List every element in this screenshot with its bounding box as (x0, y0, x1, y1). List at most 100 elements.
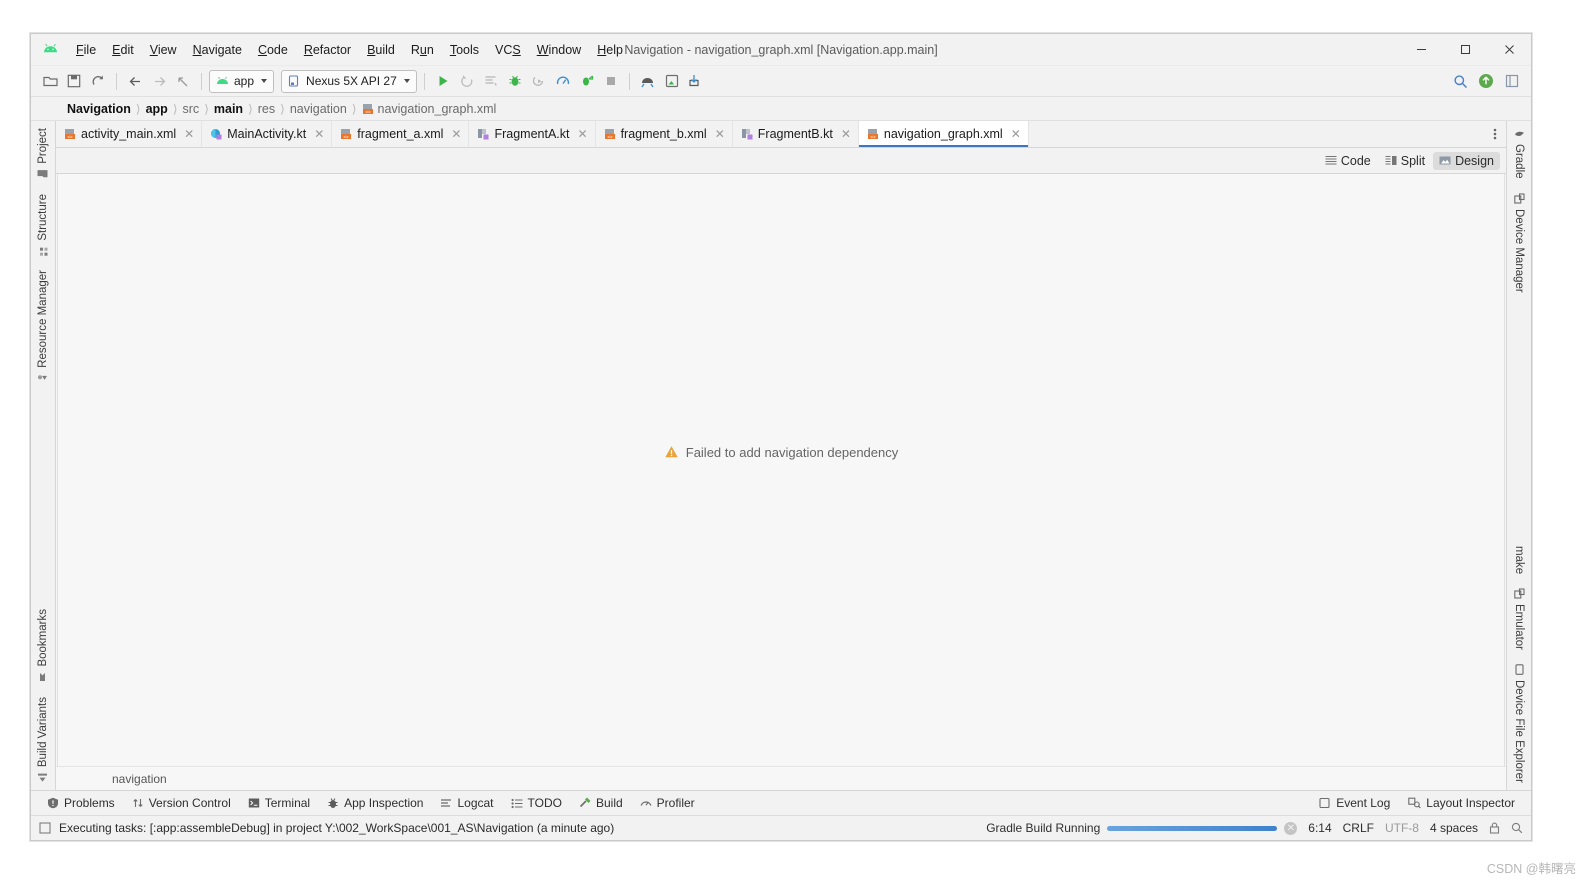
menu-navigate[interactable]: Navigate (186, 40, 249, 60)
editor-tab-options-icon[interactable] (1484, 121, 1506, 147)
sidebar-item-resource-manager[interactable]: Resource Manager (35, 263, 51, 391)
design-canvas-surface[interactable]: Failed to add navigation dependency (58, 174, 1504, 766)
tool-window-layout-inspector[interactable]: Layout Inspector (1400, 793, 1523, 813)
tool-window-profiler[interactable]: Profiler (632, 793, 703, 813)
attach-debugger-icon[interactable] (528, 70, 550, 92)
canvas-status-label: navigation (112, 771, 167, 786)
run-with-coverage-icon[interactable] (480, 70, 502, 92)
tool-window-terminal[interactable]: Terminal (240, 793, 318, 813)
editor-tab-fragment-b-xml[interactable]: <> fragment_b.xml ✕ (595, 121, 733, 147)
menu-run[interactable]: Run (404, 40, 441, 60)
breadcrumb-item-navigation-folder[interactable]: navigation (290, 102, 347, 116)
cancel-build-button[interactable]: ✕ (1284, 821, 1298, 835)
editor-tab-mainactivity-kt[interactable]: MainActivity.kt ✕ (202, 121, 333, 147)
last-edit-location-icon[interactable] (172, 70, 194, 92)
indent-setting[interactable]: 4 spaces (1430, 821, 1478, 835)
close-icon[interactable]: ✕ (1011, 127, 1021, 141)
settings-icon[interactable] (1501, 70, 1523, 92)
avd-manager-icon[interactable] (661, 70, 683, 92)
sidebar-item-device-manager[interactable]: Device Manager (1511, 186, 1527, 300)
menu-tools[interactable]: Tools (443, 40, 486, 60)
close-button[interactable] (1487, 34, 1531, 65)
sidebar-item-device-manager-label: Device Manager (1513, 208, 1525, 293)
back-icon[interactable] (124, 70, 146, 92)
close-icon[interactable]: ✕ (184, 127, 194, 141)
debug-icon[interactable] (504, 70, 526, 92)
menu-vcs[interactable]: VCS (488, 40, 528, 60)
tool-window-app-inspection[interactable]: App Inspection (319, 793, 431, 813)
close-icon[interactable]: ✕ (314, 127, 324, 141)
sidebar-item-make[interactable]: make (1511, 539, 1527, 581)
menu-file[interactable]: File (69, 40, 103, 60)
sidebar-item-bookmarks[interactable]: Bookmarks (35, 602, 51, 690)
breadcrumb-item-app[interactable]: app (146, 102, 168, 116)
apply-code-changes-icon[interactable] (576, 70, 598, 92)
inspection-level-icon[interactable] (1511, 822, 1523, 834)
kotlin-fragment-file-icon (741, 128, 753, 140)
sidebar-item-emulator[interactable]: Emulator (1511, 581, 1527, 657)
module-selector[interactable]: app (209, 69, 275, 93)
menu-window[interactable]: Window (530, 40, 588, 60)
sidebar-item-structure[interactable]: Structure (35, 187, 51, 264)
editor-tab-activity-main-xml[interactable]: <> activity_main.xml ✕ (56, 121, 203, 147)
save-icon[interactable] (63, 70, 85, 92)
menu-refactor[interactable]: Refactor (297, 40, 358, 60)
device-manager-icon[interactable] (685, 70, 707, 92)
tool-window-logcat[interactable]: Logcat (432, 793, 501, 813)
tool-window-event-log[interactable]: Event Log (1311, 793, 1398, 813)
svg-text:<>: <> (344, 134, 350, 139)
minimize-button[interactable] (1399, 34, 1443, 65)
maximize-button[interactable] (1443, 34, 1487, 65)
menu-view[interactable]: View (143, 40, 184, 60)
sidebar-item-device-file-explorer[interactable]: Device File Explorer (1511, 657, 1527, 790)
editor-mode-split[interactable]: Split (1379, 152, 1431, 170)
open-folder-icon[interactable] (39, 70, 61, 92)
editor-mode-code[interactable]: Code (1319, 152, 1377, 170)
design-canvas[interactable]: Failed to add navigation dependency (57, 174, 1505, 766)
breadcrumb-item-navigation[interactable]: Navigation (67, 102, 131, 116)
close-icon[interactable]: ✕ (578, 127, 588, 141)
code-view-icon (1325, 155, 1337, 166)
close-icon[interactable]: ✕ (451, 127, 461, 141)
breadcrumb-item-main[interactable]: main (214, 102, 243, 116)
background-task-icon[interactable] (39, 822, 51, 834)
run-icon[interactable] (432, 70, 454, 92)
sdk-manager-icon[interactable] (637, 70, 659, 92)
breadcrumb-item-file[interactable]: <> navigation_graph.xml (362, 102, 496, 116)
breadcrumb-item-res[interactable]: res (258, 102, 275, 116)
line-separator[interactable]: CRLF (1343, 821, 1374, 835)
forward-icon[interactable] (148, 70, 170, 92)
breadcrumb-item-src[interactable]: src (183, 102, 200, 116)
caret-position[interactable]: 6:14 (1308, 821, 1331, 835)
editor-tab-fragmentb-kt[interactable]: FragmentB.kt ✕ (732, 121, 859, 147)
tool-window-version-control[interactable]: Version Control (124, 793, 239, 813)
tool-window-build[interactable]: Build (571, 793, 631, 813)
sync-project-icon[interactable] (87, 70, 109, 92)
close-icon[interactable]: ✕ (841, 127, 851, 141)
stop-icon[interactable] (600, 70, 622, 92)
tool-window-todo[interactable]: TODO (503, 793, 570, 813)
tool-window-build-label: Build (595, 796, 623, 810)
notifications-icon[interactable] (1475, 70, 1497, 92)
close-icon[interactable]: ✕ (715, 127, 725, 141)
menu-code[interactable]: Code (251, 40, 295, 60)
editor-tab-navigation-graph-xml[interactable]: <> navigation_graph.xml ✕ (858, 121, 1029, 147)
menu-build[interactable]: Build (360, 40, 402, 60)
editor-tab-fragment-a-xml[interactable]: <> fragment_a.xml ✕ (332, 121, 470, 147)
editor-tab-fragmenta-kt[interactable]: FragmentA.kt ✕ (469, 121, 596, 147)
editor-mode-design[interactable]: Design (1433, 151, 1500, 170)
sidebar-item-gradle[interactable]: Gradle (1511, 121, 1527, 186)
tool-window-app-inspection-label: App Inspection (344, 796, 424, 810)
profile-icon[interactable] (552, 70, 574, 92)
tool-window-problems[interactable]: Problems (39, 793, 123, 813)
sidebar-item-build-variants[interactable]: Build Variants (35, 690, 51, 790)
search-everywhere-icon[interactable] (1449, 70, 1471, 92)
menu-edit[interactable]: Edit (105, 40, 141, 60)
sidebar-item-project[interactable]: Project (35, 121, 51, 187)
file-encoding[interactable]: UTF-8 (1385, 821, 1419, 835)
read-only-lock-icon[interactable] (1489, 822, 1500, 834)
apply-changes-icon[interactable] (456, 70, 478, 92)
kotlin-class-file-icon (210, 128, 222, 140)
menu-help[interactable]: Help (590, 40, 630, 60)
device-selector[interactable]: Nexus 5X API 27 (281, 69, 417, 93)
